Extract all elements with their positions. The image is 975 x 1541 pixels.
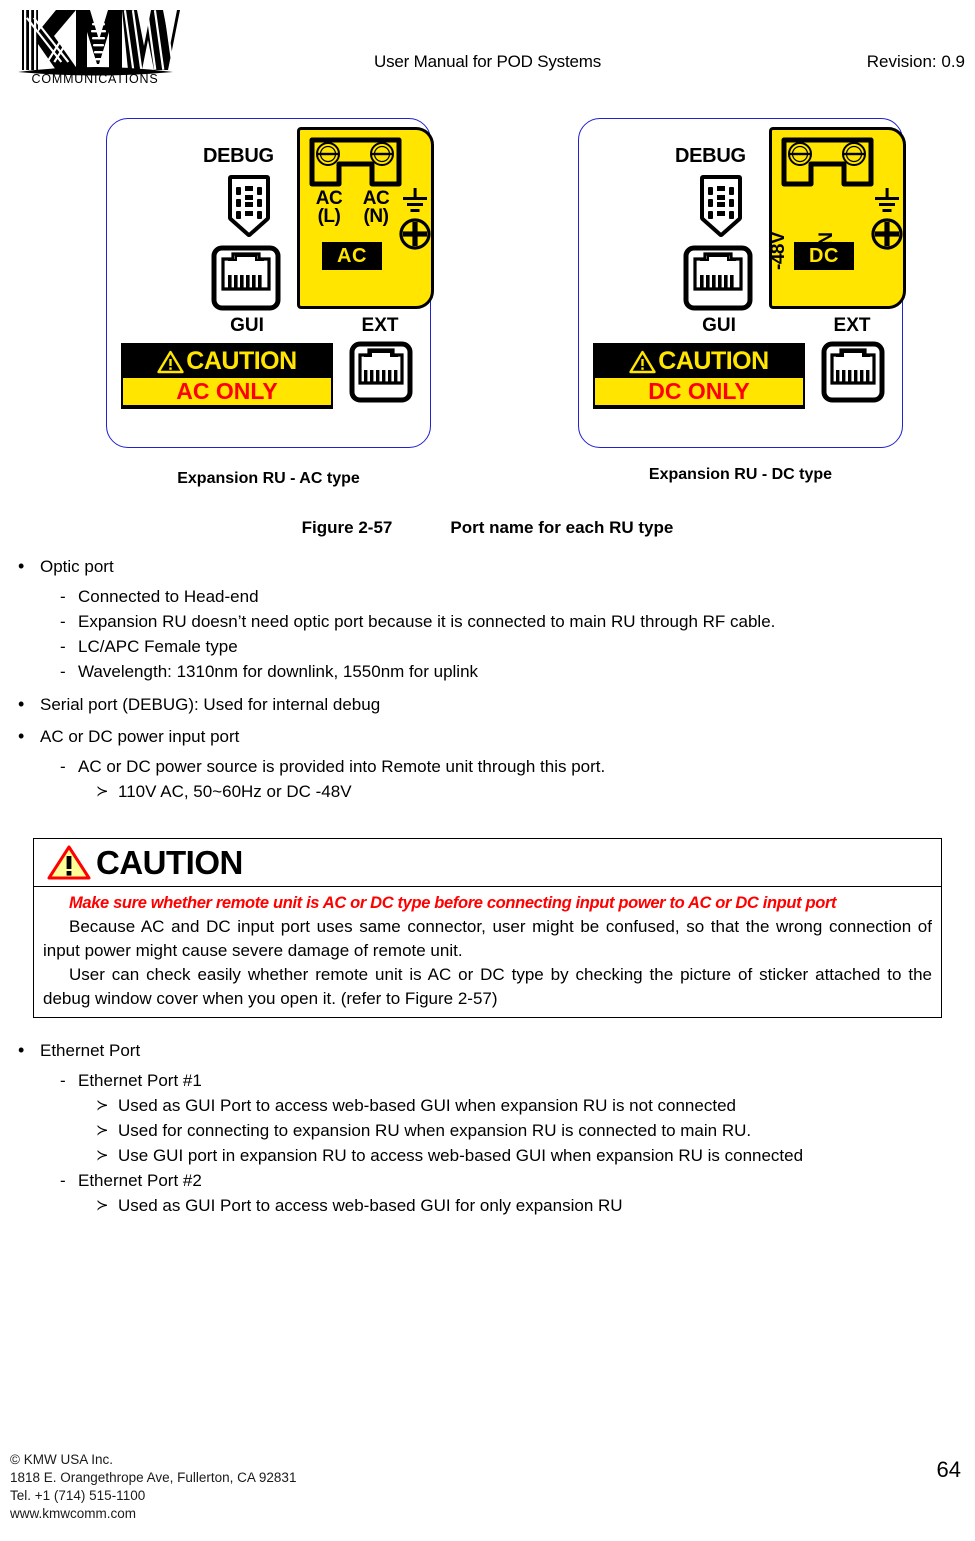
list-item: Expansion RU doesn’t need optic port bec… (40, 609, 975, 634)
debug-connector-icon-dc (699, 175, 743, 237)
bullet-optic-port: Optic port Connected to Head-end Expansi… (0, 555, 975, 684)
caution-sticker-ac: CAUTION AC ONLY (121, 343, 333, 409)
terminal-label-n2: (N) (363, 206, 389, 227)
ext-port-label: EXT (361, 315, 399, 336)
power-port-sublist: AC or DC power source is provided into R… (40, 754, 975, 804)
footer-line-1: © KMW USA Inc. (10, 1452, 113, 1467)
caution-paragraph-1: Because AC and DC input port uses same c… (43, 917, 932, 960)
caution-sticker-dc: CAUTION DC ONLY (593, 343, 805, 409)
caution-box-header: CAUTION (34, 839, 941, 887)
caution-box-body: Make sure whether remote unit is AC or D… (34, 887, 941, 1017)
kmw-logo: COMMUNICATIONS (10, 6, 180, 84)
warning-triangle-icon (157, 350, 184, 373)
figure-subcaption-right: Expansion RU - DC type (648, 466, 833, 483)
optic-port-heading: Optic port (40, 557, 114, 576)
power-port-subsublist: 110V AC, 50~60Hz or DC -48V (78, 779, 975, 804)
power-port-heading: AC or DC power input port (40, 727, 240, 746)
figure-caption: Figure 2-57 Port name for each RU type (0, 518, 975, 538)
footer-address: © KMW USA Inc. 1818 E. Orangethrope Ave,… (10, 1451, 296, 1523)
diagram-dc-panel: DEBUG GUI EXT CAUTION DC ONLY -48V DC (578, 118, 906, 448)
debug-port-label-dc: DEBUG (675, 145, 746, 167)
figure-subcaption-left: Expansion RU - AC type (177, 470, 360, 487)
page-number: 64 (936, 1457, 961, 1482)
ethernet-port1-label: Ethernet Port #1 (78, 1071, 202, 1090)
dc-terminal-label-negative: -48V (768, 231, 789, 270)
ethernet-list: Ethernet Port Ethernet Port #1 Used as G… (0, 1039, 975, 1218)
dc-power-block: -48V RTN DC (768, 127, 906, 309)
list-item: Use GUI port in expansion RU to access w… (78, 1143, 975, 1168)
list-item: Used as GUI Port to access web-based GUI… (78, 1093, 975, 1118)
list-item: LC/APC Female type (40, 634, 975, 659)
terminal-block-icon (309, 137, 402, 187)
header-revision: Revision: 0.9 (866, 52, 965, 71)
terminal-block-icon-dc (781, 137, 874, 187)
body-content: Optic port Connected to Head-end Expansi… (0, 555, 975, 814)
power-type-tag-dc: DC (794, 242, 854, 270)
ext-rj45-icon-dc (821, 341, 885, 403)
ext-port-label-dc: EXT (833, 315, 871, 336)
caution-warning-line: Make sure whether remote unit is AC or D… (69, 894, 837, 912)
ethernet-port2-items: Used as GUI Port to access web-based GUI… (78, 1193, 975, 1218)
logo-subtext: COMMUNICATIONS (32, 72, 159, 84)
ground-symbol-icon (403, 188, 427, 212)
warning-triangle-icon (629, 350, 656, 373)
gui-port-label-dc: GUI (702, 315, 736, 336)
ground-symbol-icon (875, 188, 899, 212)
list-item: Ethernet Port #2 Used as GUI Port to acc… (40, 1168, 975, 1218)
ethernet-section: Ethernet Port Ethernet Port #1 Used as G… (0, 1039, 975, 1228)
list-item: AC or DC power source is provided into R… (40, 754, 975, 804)
footer-line-2: 1818 E. Orangethrope Ave, Fullerton, CA … (10, 1470, 297, 1485)
ext-rj45-icon (349, 341, 413, 403)
bullet-power-port: AC or DC power input port AC or DC power… (0, 725, 975, 804)
bullet-serial-port: Serial port (DEBUG): Used for internal d… (0, 693, 975, 716)
bullet-ethernet-port: Ethernet Port Ethernet Port #1 Used as G… (0, 1039, 975, 1218)
sticker-top-band: CAUTION (123, 345, 331, 378)
ethernet-port1-items: Used as GUI Port to access web-based GUI… (78, 1093, 975, 1168)
sticker-caution-text: CAUTION (186, 347, 297, 375)
list-item: Ethernet Port #1 Used as GUI Port to acc… (40, 1068, 975, 1168)
gui-port-label: GUI (230, 315, 264, 336)
warning-triangle-icon (47, 845, 91, 879)
screw-symbol-icon (871, 218, 903, 250)
debug-port-label: DEBUG (203, 145, 274, 167)
footer-line-3: Tel. +1 (714) 515-1100 (10, 1488, 146, 1503)
list-item: Used as GUI Port to access web-based GUI… (78, 1193, 975, 1218)
terminal-label-l2: (L) (317, 206, 341, 227)
screw-symbol-icon (399, 218, 431, 250)
page-header: COMMUNICATIONS User Manual for POD Syste… (0, 0, 975, 96)
sticker-only-text: AC ONLY (123, 378, 331, 405)
terminal-label-line: AC (L) (306, 189, 352, 227)
content-list: Optic port Connected to Head-end Expansi… (0, 555, 975, 804)
diagram-ac-panel: DEBUG GUI EXT CAUTION AC ONLY AC (L) AC … (106, 118, 434, 448)
figure-caption-text: Port name for each RU type (450, 518, 674, 537)
gui-rj45-icon (211, 245, 281, 311)
terminal-label-neutral: AC (N) (352, 189, 400, 227)
power-type-tag: AC (322, 242, 382, 270)
figure-number: Figure 2-57 (301, 518, 393, 537)
list-item: Wavelength: 1310nm for downlink, 1550nm … (40, 659, 975, 684)
ethernet-port2-label: Ethernet Port #2 (78, 1171, 202, 1190)
sticker-top-band-dc: CAUTION (595, 345, 803, 378)
ethernet-heading: Ethernet Port (40, 1041, 141, 1060)
caution-box-title: CAUTION (96, 843, 243, 881)
debug-connector-icon (227, 175, 271, 237)
list-item: Used for connecting to expansion RU when… (78, 1118, 975, 1143)
caution-paragraph-2: User can check easily whether remote uni… (43, 965, 932, 1008)
ac-power-block: AC (L) AC (N) AC (297, 127, 434, 309)
header-title: User Manual for POD Systems (374, 52, 601, 71)
list-item: Connected to Head-end (40, 584, 975, 609)
optic-port-sublist: Connected to Head-end Expansion RU doesn… (40, 584, 975, 684)
power-port-item-text: AC or DC power source is provided into R… (78, 757, 606, 776)
list-item: 110V AC, 50~60Hz or DC -48V (78, 779, 975, 804)
figure-area: DEBUG GUI EXT CAUTION AC ONLY AC (L) AC … (0, 110, 975, 550)
gui-rj45-icon-dc (683, 245, 753, 311)
ethernet-sublist: Ethernet Port #1 Used as GUI Port to acc… (40, 1068, 975, 1218)
caution-box: CAUTION Make sure whether remote unit is… (33, 838, 942, 1018)
sticker-only-text-dc: DC ONLY (595, 378, 803, 405)
sticker-caution-text-dc: CAUTION (658, 347, 769, 375)
page-footer: © KMW USA Inc. 1818 E. Orangethrope Ave,… (0, 1447, 975, 1533)
footer-line-4[interactable]: www.kmwcomm.com (10, 1505, 296, 1523)
logo-icon: COMMUNICATIONS (18, 10, 180, 84)
